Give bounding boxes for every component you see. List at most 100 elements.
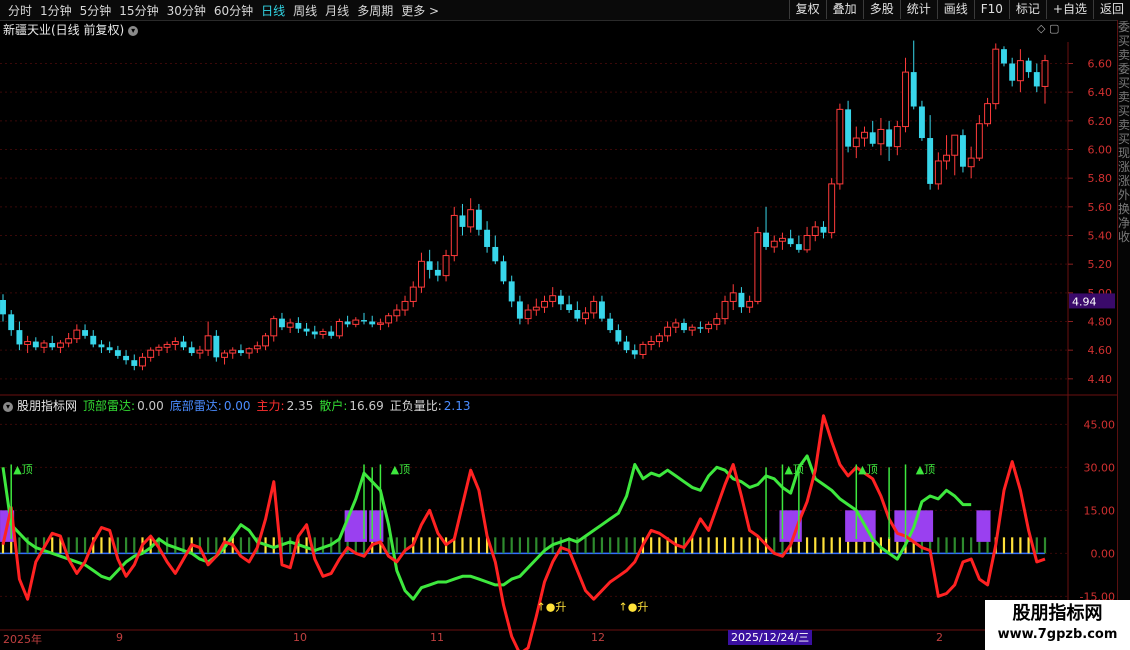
chevron-down-icon[interactable]: ▾: [3, 401, 13, 412]
toolbar-action-button[interactable]: 叠加: [825, 0, 863, 19]
period-tab[interactable]: 分时: [8, 2, 32, 19]
candle-body: [434, 269, 441, 276]
candle-body: [975, 123, 983, 159]
candle-body: [754, 232, 762, 302]
candle-body: [721, 300, 729, 320]
candle-body: [541, 300, 548, 308]
candle-body: [738, 292, 745, 308]
indicator-value-item: 底部雷达: 0.00: [170, 399, 251, 413]
candle-body: [492, 246, 499, 262]
candle-body: [417, 260, 425, 288]
candle-body: [270, 318, 278, 337]
candle-body: [65, 338, 73, 344]
candle-body: [335, 321, 343, 337]
indicator-value-number: 0.00: [137, 399, 164, 413]
candle-body: [221, 352, 228, 358]
candle-body: [795, 244, 802, 250]
indicator-value-item: 主力: 2.35: [257, 399, 314, 413]
candle-body: [139, 356, 146, 367]
candle-body: [787, 238, 794, 245]
candle-body: [311, 331, 318, 335]
candle-body: [631, 350, 638, 355]
top-signal-label: ▲顶: [391, 463, 410, 476]
toolbar-action-button[interactable]: +自选: [1045, 0, 1093, 19]
date-tick-label: 12: [591, 631, 605, 644]
period-tab[interactable]: 更多 >: [401, 2, 439, 19]
candle-body: [713, 318, 721, 325]
quote-panel-label: 卖: [1118, 90, 1130, 104]
candle-body: [557, 295, 564, 305]
date-tick-label: 2: [936, 631, 943, 644]
candle-body: [1001, 49, 1007, 64]
candle-body: [532, 306, 540, 311]
candle-body: [16, 330, 23, 345]
price-axis-label: 5.60: [1088, 201, 1113, 214]
indicator-value-number: 16.69: [349, 399, 384, 413]
period-tab[interactable]: 15分钟: [119, 2, 158, 19]
stock-title[interactable]: 新疆天业(日线 前复权) ▾: [3, 21, 139, 38]
candle-body: [319, 331, 327, 335]
quote-panel-label: 卖: [1118, 48, 1130, 62]
rise-signal-label: ↑●升: [619, 601, 649, 614]
toolbar-action-button[interactable]: 复权: [788, 0, 826, 19]
candle-body: [852, 137, 860, 148]
candle-body: [697, 327, 704, 329]
candle-body: [393, 309, 401, 317]
panel-window-icons[interactable]: ◇ ▢: [1037, 22, 1059, 35]
indicator-value-item: 顶部雷达: 0.00: [83, 399, 164, 413]
toolbar-action-button[interactable]: 统计: [899, 0, 937, 19]
toolbar-action-button[interactable]: 返回: [1092, 0, 1130, 19]
candle-body: [705, 323, 713, 330]
candle-body: [131, 360, 138, 366]
toolbar-action-button[interactable]: 画线: [936, 0, 974, 19]
indicator-name[interactable]: 股朋指标网: [17, 399, 77, 413]
candle-body: [508, 281, 515, 302]
quote-panel-label: 涨: [1118, 160, 1130, 174]
candle-body: [475, 209, 482, 230]
candle-body: [369, 321, 376, 325]
candle-body: [213, 335, 220, 358]
indicator-values: 顶部雷达: 0.00 底部雷达: 0.00 主力: 2.35 散户: 16.69 正负量比: 2.…: [83, 399, 476, 413]
toolbar-action-button[interactable]: F10: [973, 0, 1009, 19]
period-tab[interactable]: 周线: [293, 2, 317, 19]
period-tab[interactable]: 60分钟: [214, 2, 253, 19]
toolbar-action-button[interactable]: 标记: [1008, 0, 1046, 19]
watermark: 股朋指标网 www.7gpzb.com: [985, 600, 1130, 650]
candle-body: [163, 343, 171, 348]
candle-body: [590, 300, 598, 314]
period-tab[interactable]: 30分钟: [167, 2, 206, 19]
period-tab[interactable]: 月线: [325, 2, 349, 19]
candle-body: [770, 240, 778, 248]
candle-body: [344, 321, 351, 325]
candle-body: [467, 209, 475, 228]
candle-body: [253, 345, 261, 350]
candle-body: [967, 157, 975, 168]
candle-body: [409, 286, 417, 302]
candle-body: [32, 341, 39, 348]
candle-body: [450, 214, 458, 257]
price-axis-label: 6.00: [1088, 144, 1113, 157]
quote-panel-label: 买: [1118, 76, 1130, 90]
candle-body: [1033, 72, 1040, 87]
candle-body: [672, 322, 680, 328]
candle-body: [1025, 60, 1032, 73]
period-tab[interactable]: 多周期: [357, 2, 393, 19]
candle-body: [729, 292, 737, 302]
candle-body: [180, 341, 187, 348]
candle-body: [582, 312, 589, 320]
candle-body: [328, 331, 335, 336]
indicator-value-label: 主力:: [256, 399, 285, 413]
candle-body: [566, 304, 573, 311]
chevron-down-icon[interactable]: ▾: [128, 25, 139, 36]
candle-body: [147, 349, 155, 358]
candle-body: [688, 326, 696, 331]
candle-body: [598, 301, 605, 319]
candle-body: [8, 314, 15, 331]
candle-body: [951, 134, 959, 156]
period-tab[interactable]: 1分钟: [40, 2, 72, 19]
period-tab[interactable]: 日线: [261, 2, 285, 19]
stock-chart-canvas[interactable]: 6.606.406.206.005.805.605.405.205.004.80…: [0, 0, 1130, 650]
period-tab[interactable]: 5分钟: [80, 2, 112, 19]
toolbar-action-button[interactable]: 多股: [862, 0, 900, 19]
candle-body: [459, 215, 466, 227]
